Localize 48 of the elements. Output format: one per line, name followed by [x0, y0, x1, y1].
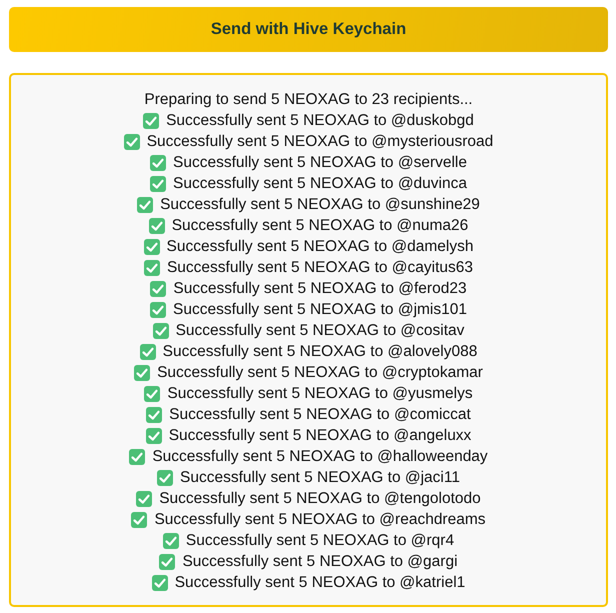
- log-line: Successfully sent 5 NEOXAG to @alovely088: [162, 342, 478, 360]
- send-button[interactable]: Send with Hive Keychain: [9, 7, 608, 52]
- log-line: Successfully sent 5 NEOXAG to @jaci11: [180, 468, 460, 486]
- log-line: Successfully sent 5 NEOXAG to @katriel1: [174, 574, 466, 592]
- log-line: Successfully sent 5 NEOXAG to @ferod23: [173, 280, 467, 298]
- log-line: Successfully sent 5 NEOXAG to @comiccat: [169, 406, 471, 424]
- check-icon: [144, 260, 160, 276]
- check-icon: [152, 322, 169, 338]
- log-line: Successfully sent 5 NEOXAG to @reachdreams: [154, 510, 486, 528]
- log-line: Successfully sent 5 NEOXAG to @cositav: [176, 322, 464, 340]
- check-icon: [144, 386, 160, 402]
- check-icon: [150, 302, 166, 318]
- check-icon: [150, 154, 166, 170]
- check-icon: [146, 406, 162, 422]
- log-line: Successfully sent 5 NEOXAG to @tengolotodo: [159, 490, 481, 508]
- check-icon: [137, 196, 154, 212]
- log-line: Successfully sent 5 NEOXAG to @duvinca: [172, 174, 467, 192]
- check-icon: [144, 238, 160, 254]
- check-icon: [140, 344, 156, 360]
- log-line: Successfully sent 5 NEOXAG to @gargi: [182, 552, 458, 570]
- check-icon: [129, 448, 146, 464]
- check-icon: [146, 428, 162, 444]
- log-line: Successfully sent 5 NEOXAG to @mysteriousroad: [146, 132, 494, 150]
- check-icon: [159, 554, 176, 570]
- log-line: Successfully sent 5 NEOXAG to @angeluxx: [168, 426, 472, 444]
- log-line: Successfully sent 5 NEOXAG to @yusmelys: [167, 384, 473, 402]
- check-icon: [148, 218, 165, 234]
- log-line: Successfully sent 5 NEOXAG to @numa26: [172, 216, 468, 234]
- check-icon: [124, 134, 140, 150]
- log-line: Successfully sent 5 NEOXAG to @cryptokamar: [157, 364, 483, 382]
- check-icon: [131, 512, 148, 528]
- log-line: Successfully sent 5 NEOXAG to @servelle: [173, 154, 467, 172]
- log-line: Successfully sent 5 NEOXAG to @jmis101: [173, 300, 467, 318]
- check-icon: [162, 532, 179, 548]
- log-line: Preparing to send 5 NEOXAG to 23 recipients...: [144, 90, 473, 108]
- log-line: Successfully sent 5 NEOXAG to @damelysh: [166, 238, 474, 256]
- check-icon: [157, 470, 174, 486]
- check-icon: [150, 280, 166, 296]
- check-icon: [150, 176, 166, 192]
- check-icon: [143, 112, 160, 128]
- check-icon: [134, 364, 150, 380]
- check-icon: [136, 490, 152, 506]
- check-icon: [152, 574, 168, 590]
- log-line: Successfully sent 5 NEOXAG to @sunshine29: [160, 196, 480, 214]
- log-line: Successfully sent 5 NEOXAG to @cayitus63: [166, 258, 474, 276]
- log-line: Successfully sent 5 NEOXAG to @halloweenday: [152, 448, 488, 466]
- log-line: Successfully sent 5 NEOXAG to @rqr4: [186, 532, 454, 550]
- log-line: Successfully sent 5 NEOXAG to @duskobgd: [166, 112, 474, 130]
